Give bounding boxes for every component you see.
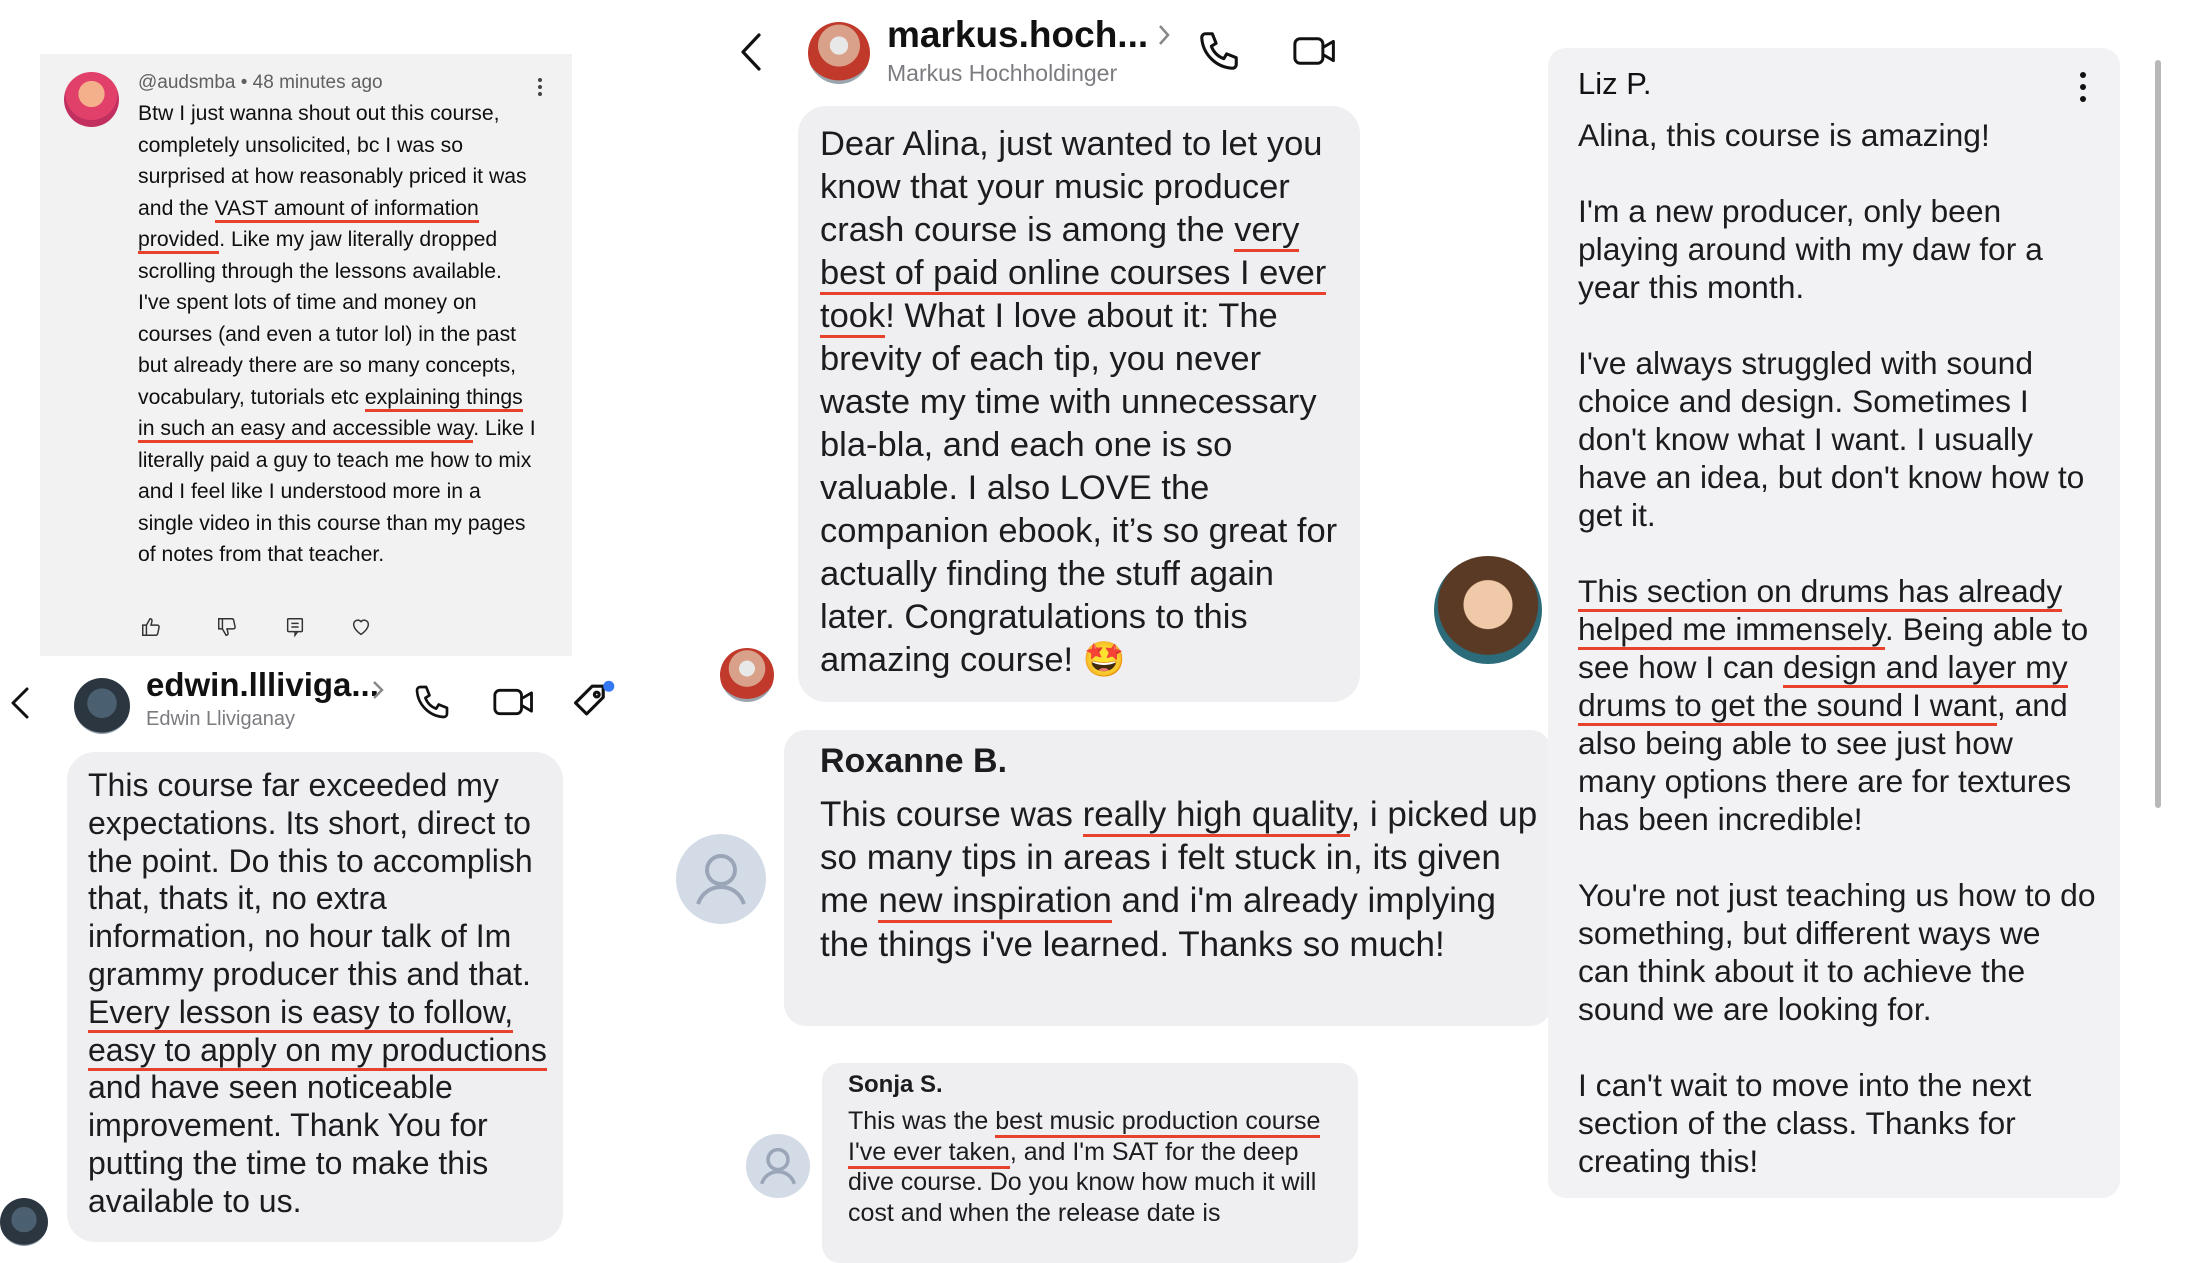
video-call-icon[interactable] [1290, 30, 1340, 72]
review-text-part: , and also being able to see just how ma… [1578, 687, 2096, 1179]
edwin-avatar[interactable] [74, 678, 130, 734]
message-text-part: This course far exceeded my expectations… [88, 767, 533, 992]
message-text-part: and have seen noticeable improvement. Th… [88, 1069, 489, 1219]
comment-time: 48 minutes ago [252, 72, 383, 93]
thumbs-down-icon[interactable] [216, 616, 238, 638]
comment-text: Btw I just wanna shout out this course, … [138, 98, 538, 571]
phone-icon[interactable] [1196, 28, 1242, 74]
commenter-avatar[interactable] [64, 72, 119, 127]
edwin-message-avatar[interactable] [0, 1198, 48, 1246]
video-call-icon[interactable] [492, 682, 536, 722]
contact-fullname: Markus Hochholdinger [887, 60, 1118, 86]
scrollbar[interactable] [2155, 60, 2161, 808]
message-text-part: ! What I love about it: The brevity of e… [820, 297, 1338, 679]
contact-username[interactable]: markus.hoch... [887, 14, 1148, 56]
review-text: This was the best music production cours… [848, 1106, 1348, 1228]
liz-avatar [1434, 556, 1542, 664]
contact-username[interactable]: edwin.llliviga... [146, 666, 379, 704]
review-highlight: new inspiration [878, 881, 1112, 924]
message-text: This course far exceeded my expectations… [88, 767, 548, 1221]
reviewer-name: Liz P. [1578, 66, 1652, 101]
contact-fullname: Edwin Lliviganay [146, 708, 295, 730]
comment-handle[interactable]: @audsmba [138, 72, 235, 93]
reply-icon[interactable] [284, 616, 306, 638]
markus-message-avatar[interactable] [720, 648, 774, 702]
sonja-avatar [746, 1134, 810, 1198]
reviewer-name: Sonja S. [848, 1071, 943, 1098]
review-text: This course was really high quality, i p… [820, 793, 1540, 966]
roxanne-avatar [676, 834, 766, 924]
review-text-part: Alina, this course is amazing! I'm a new… [1578, 117, 2085, 533]
chevron-right-icon[interactable] [372, 680, 384, 700]
back-chevron-icon[interactable] [740, 32, 762, 72]
heart-icon[interactable] [350, 616, 372, 638]
user-placeholder-icon [696, 854, 746, 905]
review-text: Alina, this course is amazing! I'm a new… [1578, 116, 2098, 1180]
review-text-part: This course was [820, 795, 1083, 834]
user-placeholder-icon [759, 1147, 797, 1185]
tag-icon[interactable] [570, 678, 618, 724]
reviewer-name: Roxanne B. [820, 742, 1008, 780]
comment-meta: @audsmba • 48 minutes ago [138, 72, 383, 94]
more-vert-icon[interactable] [536, 76, 544, 98]
phone-icon[interactable] [412, 682, 452, 722]
message-highlight: Every lesson is easy to follow, easy to … [88, 993, 547, 1071]
thumbs-up-icon[interactable] [140, 616, 162, 638]
review-highlight: really high quality [1082, 795, 1351, 837]
more-vert-icon[interactable] [2078, 70, 2088, 104]
markus-avatar[interactable] [808, 22, 870, 84]
meta-separator: • [240, 72, 248, 93]
review-text-part: This was the [848, 1107, 996, 1135]
chevron-right-icon[interactable] [1158, 24, 1170, 46]
message-text: Dear Alina, just wanted to let you know … [820, 123, 1350, 682]
back-chevron-icon[interactable] [10, 686, 30, 720]
comment-text-part: . Like my jaw literally dropped scrollin… [138, 228, 517, 409]
